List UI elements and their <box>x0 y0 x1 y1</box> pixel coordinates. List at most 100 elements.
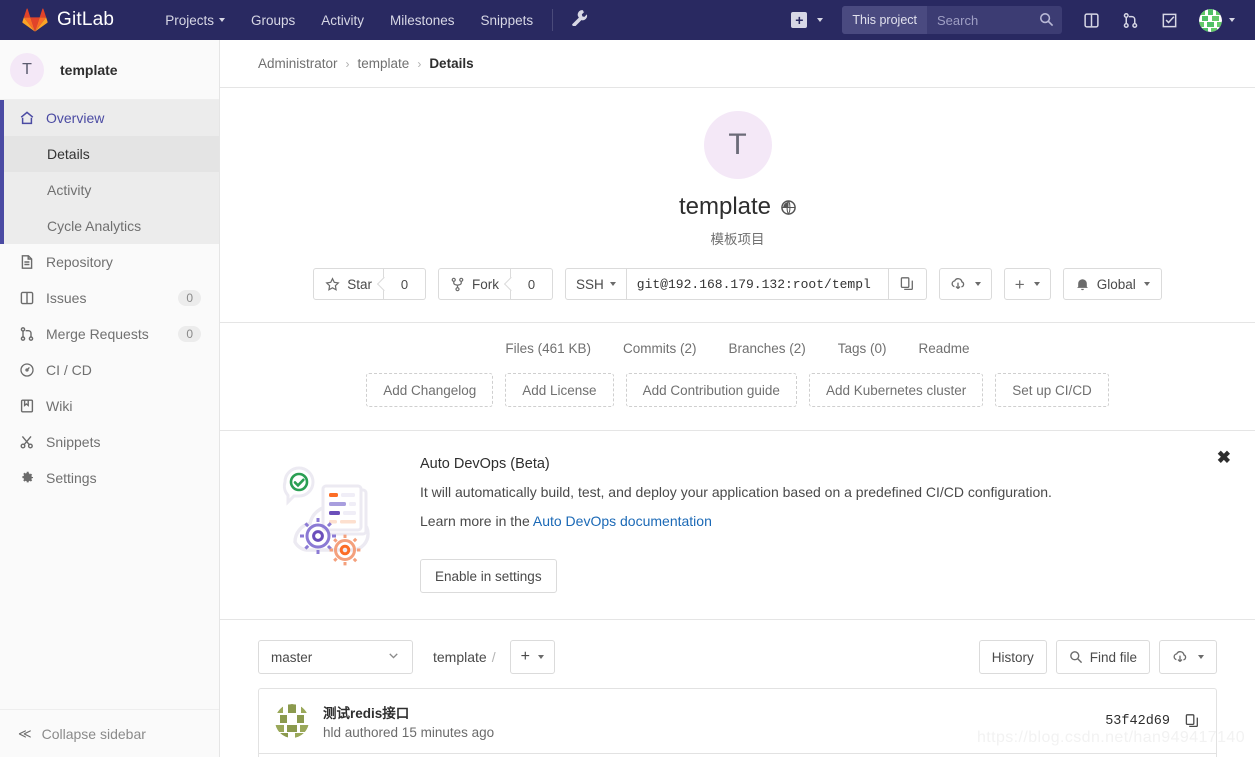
stat-branches[interactable]: Branches (2) <box>728 341 805 356</box>
project-title-text: template <box>678 193 772 220</box>
copy-icon[interactable] <box>1184 713 1200 729</box>
stat-tags[interactable]: Tags (0) <box>838 341 887 356</box>
plus-icon: + <box>791 12 808 28</box>
nav-link-projects[interactable]: Projects <box>152 0 238 40</box>
project-header: T template 模板项目 Star 0 Fork 0 SSH git@19… <box>220 88 1255 323</box>
breadcrumb-separator: › <box>417 56 422 71</box>
add-file-dropdown[interactable]: + <box>509 640 555 674</box>
nav-link-groups[interactable]: Groups <box>238 0 308 40</box>
branch-selector[interactable]: master <box>258 640 413 674</box>
stat-commits[interactable]: Commits (2) <box>623 341 697 356</box>
file-toolbar-right: History Find file <box>970 640 1217 674</box>
primary-nav-links: Projects Groups Activity Milestones Snip… <box>152 0 600 40</box>
repo-path-breadcrumb: template / <box>433 649 496 665</box>
commit-message[interactable]: 测试redis接口 <box>323 702 494 722</box>
commit-sha[interactable]: 53f42d69 <box>1105 714 1170 729</box>
merge-requests-icon <box>18 326 35 342</box>
fork-icon <box>450 277 465 292</box>
enable-in-settings-button[interactable]: Enable in settings <box>420 559 557 593</box>
sidebar-item-ci-cd[interactable]: CI / CD <box>0 352 219 388</box>
home-icon <box>18 110 35 126</box>
find-file-button[interactable]: Find file <box>1055 640 1150 674</box>
add-kubernetes-cluster-button[interactable]: Add Kubernetes cluster <box>808 373 984 407</box>
issues-icon[interactable] <box>1072 0 1111 40</box>
auto-devops-description: It will automatically build, test, and d… <box>420 484 1052 500</box>
breadcrumb-owner[interactable]: Administrator <box>258 56 338 71</box>
chevron-down-icon <box>817 18 824 22</box>
sidebar-item-issues[interactable]: Issues 0 <box>0 280 219 316</box>
download-source-button[interactable] <box>938 268 992 300</box>
clone-url-input[interactable]: git@192.168.179.132:root/templ <box>626 268 889 300</box>
repo-path-slash: / <box>491 649 496 665</box>
sidebar-item-wiki-label: Wiki <box>46 398 73 414</box>
history-button[interactable]: History <box>978 640 1047 674</box>
stat-readme[interactable]: Readme <box>919 341 970 356</box>
breadcrumb-separator: › <box>345 56 350 71</box>
add-license-button[interactable]: Add License <box>505 373 614 407</box>
sidebar-item-snippets[interactable]: Snippets <box>0 424 219 460</box>
add-changelog-button[interactable]: Add Changelog <box>366 373 494 407</box>
close-icon[interactable]: ✖ <box>1217 449 1231 466</box>
breadcrumb-current-page: Details <box>429 56 474 71</box>
globe-icon <box>781 199 796 215</box>
chevron-down-icon <box>609 282 616 286</box>
fork-label: Fork <box>472 276 500 292</box>
stat-files[interactable]: Files (461 KB) <box>505 341 591 356</box>
fork-button[interactable]: Fork <box>438 268 512 300</box>
fork-count[interactable]: 0 <box>511 268 554 300</box>
rocket-icon <box>18 362 35 378</box>
breadcrumb-project[interactable]: template <box>358 56 410 71</box>
sidebar-item-overview[interactable]: Overview <box>4 100 219 136</box>
sidebar-item-activity[interactable]: Activity <box>4 172 219 208</box>
chevron-down-icon <box>1143 282 1150 286</box>
add-to-project-button[interactable]: + <box>1003 268 1051 300</box>
gitlab-brand-text: GitLab <box>57 9 115 30</box>
todos-icon[interactable] <box>1150 0 1189 40</box>
issues-icon <box>18 290 35 306</box>
new-item-button[interactable]: + <box>782 12 832 28</box>
chevron-down-icon <box>1033 282 1040 286</box>
gitlab-tanuki-icon <box>22 8 48 32</box>
sidebar-item-settings-label: Settings <box>46 470 97 486</box>
auto-devops-banner: Auto DevOps (Beta) It will automatically… <box>220 431 1255 620</box>
repo-path-root[interactable]: template <box>433 649 487 665</box>
add-contribution-guide-button[interactable]: Add Contribution guide <box>625 373 797 407</box>
sidebar-item-cycle-analytics[interactable]: Cycle Analytics <box>4 208 219 244</box>
user-menu[interactable] <box>1189 8 1241 32</box>
project-description: 模板项目 <box>710 232 765 247</box>
clone-protocol-selector[interactable]: SSH <box>565 268 627 300</box>
star-group: Star 0 <box>313 268 427 300</box>
sidebar-item-overview-label: Overview <box>46 110 105 126</box>
doc-icon <box>18 254 35 270</box>
copy-icon[interactable] <box>888 268 927 300</box>
wrench-icon <box>571 9 588 31</box>
sidebar-item-merge-requests[interactable]: Merge Requests 0 <box>0 316 219 352</box>
auto-devops-documentation-link[interactable]: Auto DevOps documentation <box>533 513 712 529</box>
collapse-sidebar-label: Collapse sidebar <box>41 725 146 742</box>
notification-setting-button[interactable]: Global <box>1062 268 1162 300</box>
sidebar-project-header[interactable]: T template <box>0 40 219 100</box>
collapse-sidebar-button[interactable]: ≪ Collapse sidebar <box>0 709 219 757</box>
search-scope-selector[interactable]: This project <box>842 6 927 34</box>
commit-right: 53f42d69 <box>1105 713 1200 729</box>
nav-link-milestones[interactable]: Milestones <box>377 0 468 40</box>
set-up-ci-cd-button[interactable]: Set up CI/CD <box>995 373 1109 407</box>
download-repo-button[interactable] <box>1159 640 1217 674</box>
sidebar-item-repository[interactable]: Repository <box>0 244 219 280</box>
merge-requests-icon[interactable] <box>1111 0 1150 40</box>
gitlab-logo[interactable]: GitLab <box>22 8 114 32</box>
star-count[interactable]: 0 <box>384 268 427 300</box>
quick-actions: Add Changelog Add License Add Contributi… <box>220 373 1255 431</box>
sidebar-item-wiki[interactable]: Wiki <box>0 388 219 424</box>
nav-link-activity[interactable]: Activity <box>308 0 377 40</box>
sidebar-item-ci-cd-label: CI / CD <box>46 362 92 378</box>
nav-link-snippets[interactable]: Snippets <box>468 0 547 40</box>
search-bar: This project <box>842 6 1062 34</box>
find-file-label: Find file <box>1089 649 1137 665</box>
sidebar-item-details[interactable]: Details <box>4 136 219 172</box>
project-actions: Star 0 Fork 0 SSH git@192.168.179.132:ro… <box>313 268 1162 300</box>
search-field <box>927 6 1062 34</box>
admin-area-button[interactable] <box>559 9 600 31</box>
star-button[interactable]: Star <box>313 268 385 300</box>
sidebar-item-settings[interactable]: Settings <box>0 460 219 496</box>
